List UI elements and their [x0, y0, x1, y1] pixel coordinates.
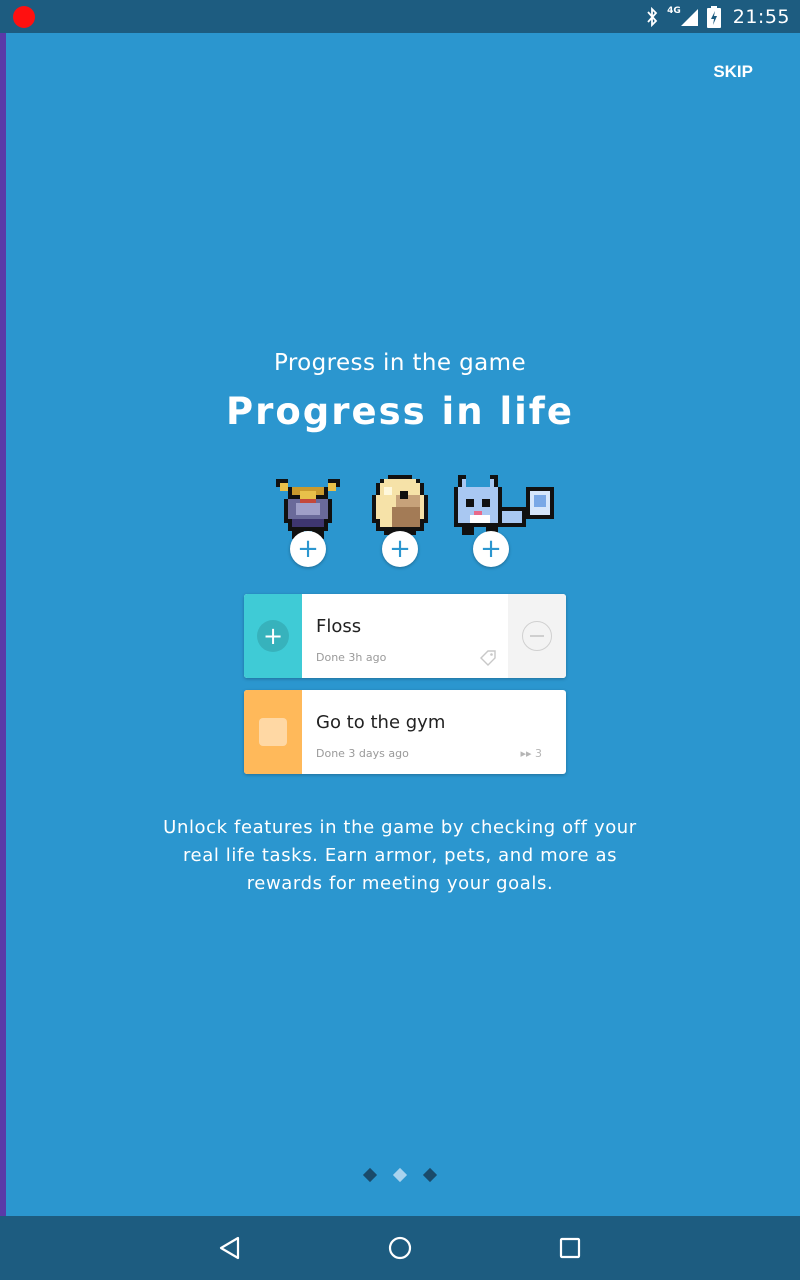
recents-square-icon — [559, 1237, 581, 1259]
egg-sprite-icon — [372, 475, 428, 535]
bluetooth-icon — [647, 6, 658, 27]
back-triangle-icon — [219, 1236, 240, 1260]
recents-button[interactable] — [554, 1232, 586, 1264]
back-button[interactable] — [214, 1232, 246, 1264]
skip-button[interactable]: SKIP — [713, 62, 753, 82]
page-dot[interactable] — [362, 1167, 378, 1183]
onboarding-heading: Progress in life — [226, 390, 574, 433]
task-meta: Done 3 days ago — [316, 747, 409, 760]
reward-add-badge[interactable]: + — [473, 531, 509, 567]
armor-sprite-icon — [276, 479, 340, 539]
status-bar: 4G 21:55 — [0, 0, 800, 33]
record-indicator-icon — [13, 6, 35, 28]
network-type-label: 4G — [667, 5, 681, 16]
task-title: Floss — [316, 616, 362, 637]
task-minus-button[interactable] — [508, 594, 566, 678]
minus-icon — [522, 621, 552, 651]
streak-counter: ▸▸ 3 — [520, 747, 542, 760]
navigation-bar — [0, 1216, 800, 1280]
home-button[interactable] — [384, 1232, 416, 1264]
tag-icon — [480, 650, 496, 666]
clock: 21:55 — [732, 5, 790, 28]
onboarding-subheading: Progress in the game — [273, 350, 527, 376]
streak-count: 3 — [535, 747, 542, 760]
page-indicator — [0, 1167, 800, 1183]
left-edge-strip — [0, 0, 6, 1280]
task-meta: Done 3h ago — [316, 651, 387, 664]
page-dot[interactable] — [422, 1167, 438, 1183]
plus-icon: + — [257, 620, 289, 652]
task-card-gym[interactable]: Go to the gym Done 3 days ago ▸▸ 3 — [244, 690, 566, 774]
task-checkbox-button[interactable] — [244, 690, 302, 774]
home-circle-icon — [388, 1236, 412, 1260]
signal-icon — [680, 8, 698, 26]
status-icons: 4G 21:55 — [645, 0, 790, 33]
onboarding-description: Unlock features in the game by checking … — [163, 817, 637, 894]
page-dot-active[interactable] — [392, 1167, 408, 1183]
reward-add-badge[interactable]: + — [382, 531, 418, 567]
task-score-button[interactable]: + — [244, 594, 302, 678]
reward-add-badge[interactable]: + — [290, 531, 326, 567]
task-title: Go to the gym — [316, 712, 446, 733]
battery-charging-icon — [706, 5, 721, 28]
fast-forward-icon: ▸▸ — [520, 747, 532, 760]
task-card-floss[interactable]: + Floss Done 3h ago — [244, 594, 566, 678]
checkbox-icon — [259, 718, 287, 746]
pet-sprite-icon — [454, 475, 554, 535]
